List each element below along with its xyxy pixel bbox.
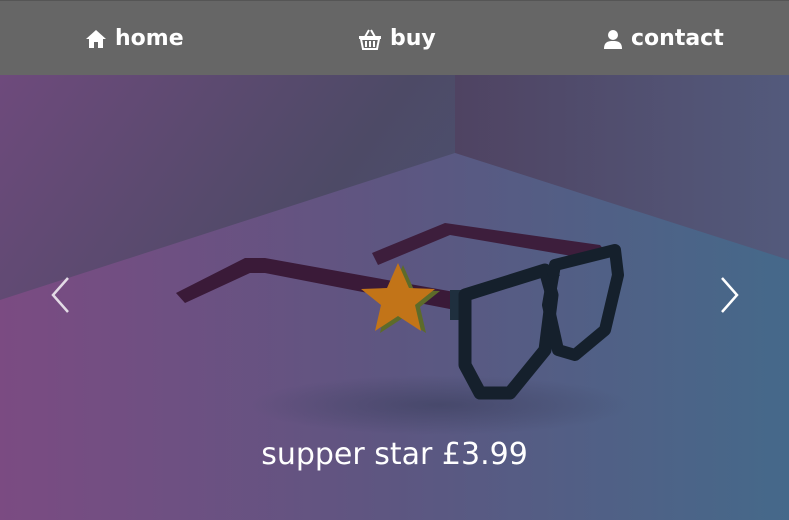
top-navbar: home buy contact xyxy=(0,0,789,75)
carousel-prev-button[interactable] xyxy=(40,275,80,319)
nav-item-home[interactable]: home xyxy=(85,1,184,76)
user-icon xyxy=(603,29,623,49)
nav-item-label: contact xyxy=(631,26,724,51)
chevron-right-icon xyxy=(718,275,742,319)
nav-item-buy[interactable]: buy xyxy=(358,1,436,76)
home-icon xyxy=(85,28,107,50)
nav-item-label: buy xyxy=(390,26,436,51)
chevron-left-icon xyxy=(48,275,72,319)
basket-icon xyxy=(358,28,382,50)
nav-item-contact[interactable]: contact xyxy=(603,1,724,76)
slide-caption: supper star £3.99 xyxy=(261,437,528,472)
product-carousel: supper star £3.99 xyxy=(0,75,789,520)
nav-item-label: home xyxy=(115,26,184,51)
carousel-next-button[interactable] xyxy=(710,275,750,319)
